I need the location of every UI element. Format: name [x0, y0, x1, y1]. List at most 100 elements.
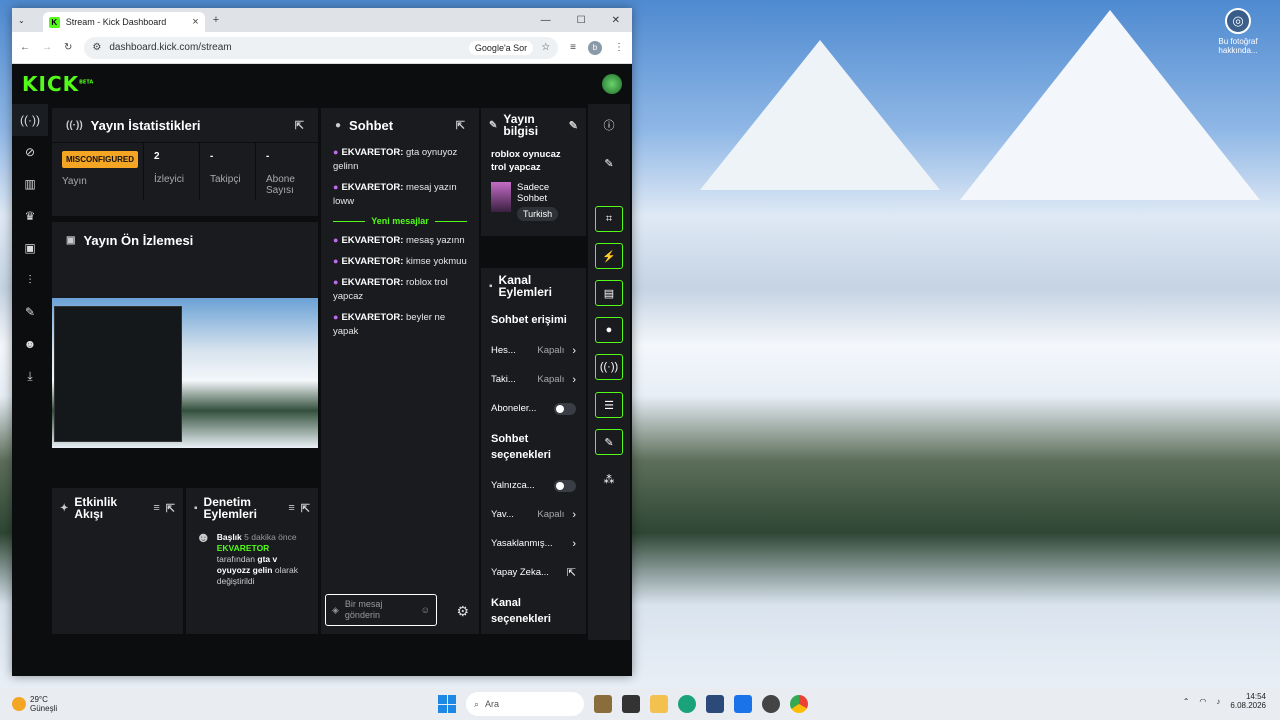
- popout-icon[interactable]: ⇱: [301, 502, 310, 515]
- channel-actions-title: Kanal Eylemleri: [498, 273, 552, 299]
- chat-bubble-icon[interactable]: ●: [595, 317, 623, 343]
- temperature: 29°C: [30, 695, 48, 704]
- apps-icon[interactable]: ⁂: [595, 466, 623, 492]
- edge-icon[interactable]: [678, 695, 696, 713]
- audit-icon: ▪: [194, 502, 198, 514]
- popout-icon[interactable]: ⇱: [166, 502, 175, 515]
- user-edit-icon: ☻: [196, 529, 211, 545]
- system-tray: ⌃ ◠ ♪ 14:54 6.08.2026: [1183, 692, 1266, 710]
- activity-title: Etkinlik Akışı: [74, 495, 118, 521]
- analytics-nav-icon[interactable]: ▥: [12, 168, 48, 200]
- popout-icon[interactable]: ⇱: [456, 119, 465, 132]
- chart-nav-icon[interactable]: ⫶: [12, 264, 48, 296]
- filter-icon[interactable]: ≡: [288, 502, 294, 514]
- emoji-icon[interactable]: ☺: [421, 605, 430, 615]
- new-messages-divider: Yeni mesajlar: [321, 212, 479, 230]
- preview-screen-capture: [54, 306, 182, 442]
- chat-settings-icon[interactable]: ⚙: [456, 603, 469, 620]
- forward-icon[interactable]: →: [42, 42, 52, 53]
- trophy-nav-icon[interactable]: ♛: [12, 200, 48, 232]
- edit-icon[interactable]: ✎: [569, 119, 578, 132]
- outlook-icon[interactable]: [734, 695, 752, 713]
- kick-favicon-icon: K: [48, 16, 60, 28]
- channel-actions-panel: ▪ Kanal Eylemleri Sohbet erişimi Hes... Ka…: [481, 268, 586, 634]
- kick-header: KICKBETA: [12, 64, 632, 104]
- google-ask-button[interactable]: Google'a Sor: [468, 40, 534, 55]
- only-toggle[interactable]: [554, 479, 576, 492]
- link-nav-icon[interactable]: ⊘: [12, 136, 48, 168]
- start-icon[interactable]: [438, 695, 456, 713]
- weather-widget[interactable]: 29°C Güneşli: [0, 695, 120, 713]
- setting-row[interactable]: Taki... Kapalı ›: [481, 365, 586, 394]
- minimize-icon[interactable]: —: [541, 15, 551, 26]
- broadcast-icon[interactable]: ((·)): [595, 354, 623, 380]
- stream-preview-video[interactable]: [52, 298, 318, 448]
- chat-message: ● EKVARETOR: beyler ne yapak: [333, 312, 446, 337]
- bookmark-star-icon[interactable]: ☆: [541, 42, 550, 53]
- user-avatar[interactable]: [602, 74, 622, 94]
- tab-list-icon[interactable]: ⌄: [18, 16, 25, 25]
- taskbar-search[interactable]: ⌕ Ara: [466, 692, 584, 716]
- info-icon[interactable]: ⓘ: [595, 112, 623, 138]
- document-icon[interactable]: ▤: [595, 280, 623, 306]
- popout-icon[interactable]: ⇱: [295, 119, 304, 132]
- payout-nav-icon[interactable]: ⤓: [12, 360, 48, 392]
- profile-avatar[interactable]: b: [588, 40, 602, 55]
- setting-row[interactable]: Yasaklanmış... ›: [481, 529, 586, 558]
- new-tab-icon[interactable]: +: [213, 14, 219, 26]
- url-field[interactable]: ⚙ dashboard.kick.com/stream Google'a Sor…: [84, 36, 559, 59]
- audit-log-panel: ▪ Denetim Eylemleri ≡ ⇱ ☻ Başlık 5 dakika ö…: [186, 488, 318, 634]
- chat-options-heading: Sohbet seçenekleri: [491, 433, 551, 461]
- setting-row[interactable]: Yapay Zeka... ⇱: [481, 558, 586, 587]
- chrome-icon[interactable]: [790, 695, 808, 713]
- setting-row[interactable]: Hes... Kapalı ›: [481, 336, 586, 365]
- category-thumbnail: [491, 182, 511, 212]
- mic-badge-icon: ●: [333, 312, 339, 322]
- speaker-icon[interactable]: ♪: [1216, 697, 1220, 706]
- back-icon[interactable]: ←: [20, 42, 30, 53]
- chat-input[interactable]: ◈ Bir mesaj gönderin ☺: [325, 594, 437, 626]
- audit-item-user[interactable]: EKVARETOR: [217, 543, 308, 554]
- site-info-icon[interactable]: ⚙: [92, 42, 101, 53]
- viewers-value: 2: [154, 151, 160, 162]
- lightning-icon[interactable]: ⚡: [595, 243, 623, 269]
- stats-title: Yayın İstatistikleri: [90, 117, 201, 133]
- stack-icon[interactable]: ☰: [595, 392, 623, 418]
- tools-nav-icon[interactable]: ✎: [12, 296, 48, 328]
- setting-row[interactable]: Aboneler...: [481, 394, 586, 423]
- reload-icon[interactable]: ↻: [64, 42, 72, 53]
- chevron-up-icon[interactable]: ⌃: [1183, 697, 1190, 706]
- setting-row[interactable]: Yalnızca...: [481, 471, 586, 500]
- chat-message: ● EKVARETOR: mesaş yazınn: [333, 235, 465, 246]
- info-title: Yayın bilgisi: [503, 112, 539, 138]
- setting-row[interactable]: Yav... Kapalı ›: [481, 500, 586, 529]
- scan-icon[interactable]: ⌗: [595, 206, 623, 232]
- filter-icon[interactable]: ≡: [153, 502, 159, 514]
- app-icon[interactable]: [762, 695, 780, 713]
- desktop-photo-info[interactable]: ◎ Bu fotoğraf hakkında...: [1212, 8, 1264, 55]
- subscribers-toggle[interactable]: [554, 402, 576, 415]
- clock[interactable]: 14:54 6.08.2026: [1230, 692, 1266, 710]
- folder-icon[interactable]: [650, 695, 668, 713]
- tab-title: Stream - Kick Dashboard: [65, 17, 167, 27]
- audit-title: Denetim Eylemleri: [203, 495, 257, 521]
- stream-nav-icon[interactable]: ((·)): [12, 104, 48, 136]
- widget-icon[interactable]: [594, 695, 612, 713]
- close-tab-icon[interactable]: ×: [192, 16, 198, 28]
- maximize-icon[interactable]: ☐: [577, 15, 586, 26]
- browser-tab[interactable]: K Stream - Kick Dashboard ×: [42, 12, 205, 32]
- mic-badge-icon: ●: [333, 235, 339, 245]
- video-nav-icon[interactable]: ▣: [12, 232, 48, 264]
- community-nav-icon[interactable]: ☻: [12, 328, 48, 360]
- store-icon[interactable]: [706, 695, 724, 713]
- wrench-icon[interactable]: ✎: [595, 429, 623, 455]
- menu-icon[interactable]: ⋮: [614, 42, 624, 53]
- media-icon[interactable]: ≡: [570, 42, 576, 53]
- kick-logo[interactable]: KICKBETA: [22, 72, 93, 96]
- close-window-icon[interactable]: ✕: [612, 15, 620, 26]
- audit-item-time: 5 dakika önce: [244, 532, 297, 542]
- app-icon[interactable]: [622, 695, 640, 713]
- kick-dashboard: KICKBETA ((·)) ⊘ ▥ ♛ ▣ ⫶ ✎ ☻ ⤓ ((·)) Yayı…: [12, 64, 632, 676]
- wifi-icon[interactable]: ◠: [1199, 697, 1206, 706]
- pencil-icon[interactable]: ✎: [595, 150, 623, 176]
